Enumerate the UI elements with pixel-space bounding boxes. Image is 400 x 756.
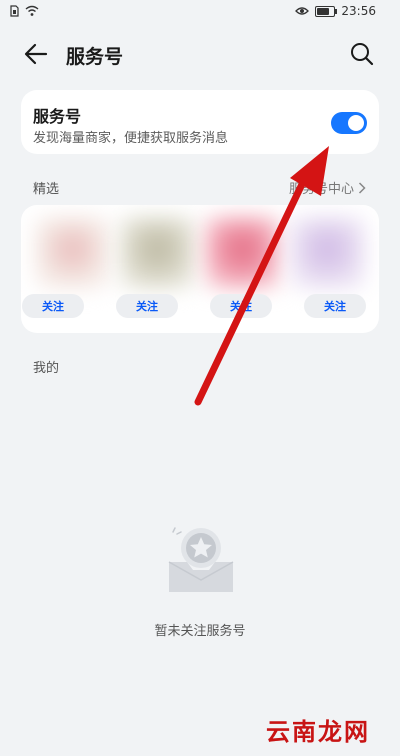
follow-button[interactable]: 关注 (304, 294, 366, 318)
battery-level (317, 7, 330, 15)
featured-thumbnail[interactable] (35, 217, 110, 289)
eye-comfort-icon (295, 7, 310, 15)
sim-card-icon (10, 5, 19, 17)
header: 服务号 (0, 34, 400, 74)
mine-section-label: 我的 (33, 361, 60, 376)
search-button[interactable] (348, 40, 376, 68)
service-center-link-label: 服务号中心 (288, 182, 354, 197)
page-title: 服务号 (66, 46, 124, 68)
featured-thumbnails (35, 217, 365, 289)
wifi-icon (25, 5, 39, 16)
status-right: 23:56 (295, 4, 376, 18)
status-bar: 23:56 (0, 0, 400, 26)
toggle-knob (348, 115, 364, 131)
featured-thumbnail[interactable] (290, 217, 365, 289)
featured-thumbnail[interactable] (120, 217, 195, 289)
empty-state-text: 暂未关注服务号 (154, 624, 246, 639)
empty-inbox-star-icon (168, 527, 234, 592)
watermark: 云南龙网 (266, 718, 370, 746)
toggle-description: 发现海量商家，便捷获取服务消息 (33, 131, 229, 146)
chevron-right-icon (358, 181, 366, 194)
back-button[interactable] (22, 40, 50, 68)
search-icon (351, 43, 374, 66)
service-center-link[interactable]: 服务号中心 (289, 178, 366, 197)
toggle-title: 服务号 (33, 107, 82, 126)
follow-buttons-row: 关注 关注 关注 关注 (22, 294, 366, 318)
follow-button[interactable]: 关注 (116, 294, 178, 318)
follow-button[interactable]: 关注 (22, 294, 84, 318)
service-toggle-switch[interactable] (331, 112, 367, 134)
service-toggle-card: 服务号 发现海量商家，便捷获取服务消息 (21, 90, 379, 154)
battery-icon (315, 5, 338, 17)
featured-thumbnail[interactable] (205, 217, 280, 289)
featured-section-label: 精选 (33, 182, 60, 197)
status-left (10, 5, 39, 17)
back-arrow-icon (24, 43, 48, 65)
follow-button[interactable]: 关注 (210, 294, 272, 318)
status-time: 23:56 (341, 4, 376, 18)
